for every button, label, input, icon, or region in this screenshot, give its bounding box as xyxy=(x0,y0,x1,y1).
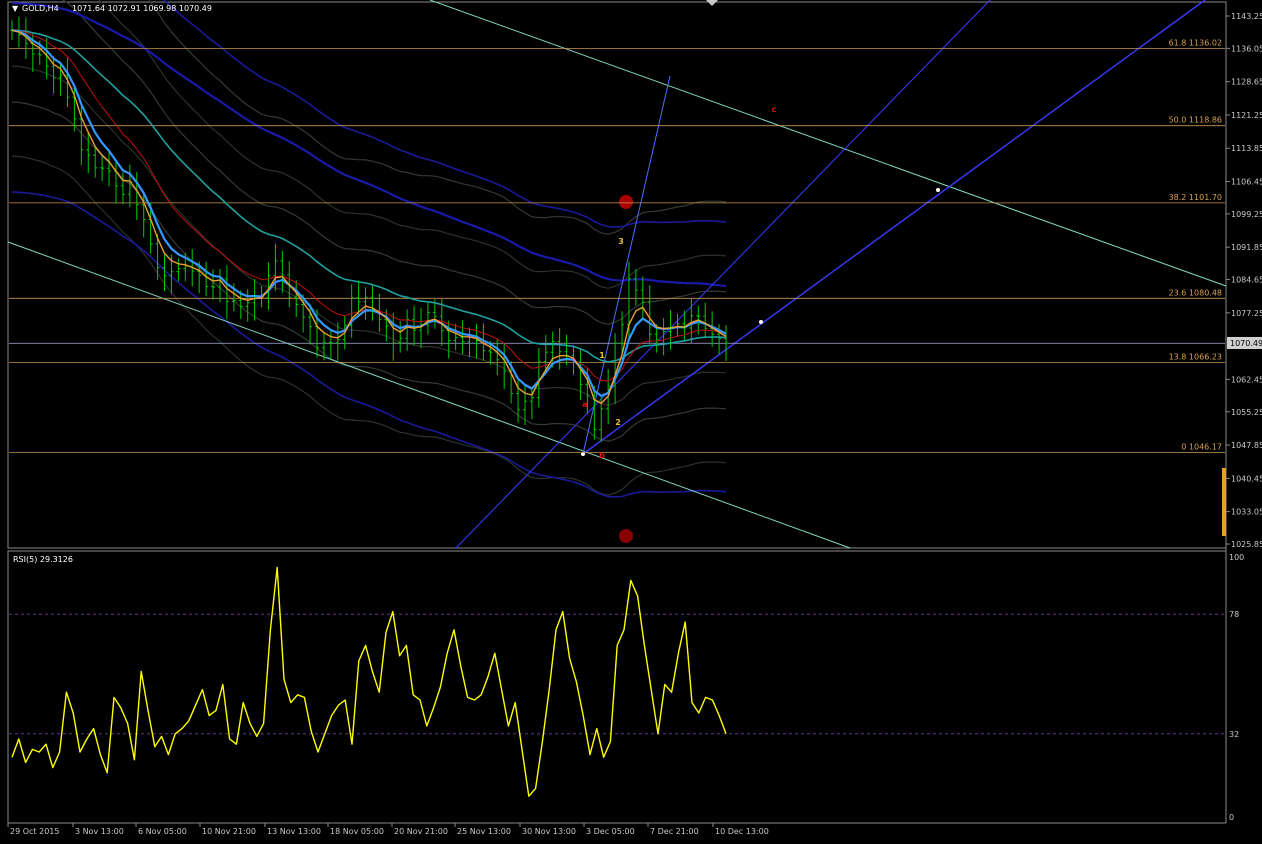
price-tick-label: 1062.45 xyxy=(1231,375,1262,384)
fib-level-label: 38.2 1101.70 xyxy=(1169,193,1222,202)
price-scale-handle[interactable] xyxy=(1222,468,1226,536)
rsi-tick-label: 100 xyxy=(1229,553,1244,562)
time-tick-label: 10 Dec 13:00 xyxy=(715,827,769,836)
price-tick-label: 1136.05 xyxy=(1231,44,1262,53)
current-price-label: 1070.49 xyxy=(1230,339,1262,348)
wave-label-3: 3 xyxy=(618,237,624,246)
price-tick-label: 1143.25 xyxy=(1231,12,1262,21)
price-tick-label: 1128.65 xyxy=(1231,78,1262,87)
time-tick-label: 25 Nov 13:00 xyxy=(457,827,511,836)
price-tick-label: 1055.25 xyxy=(1231,408,1262,417)
fib-level-label: 61.8 1136.02 xyxy=(1169,39,1222,48)
time-axis: 29 Oct 2015 3 Nov 13:00 6 Nov 05:00 10 Nov … xyxy=(7,823,769,836)
rsi-header: RSI(5) 29.3126 xyxy=(13,555,73,564)
wave-label-b: b xyxy=(599,451,605,460)
wave-label-2: 2 xyxy=(615,418,621,427)
marker-dot xyxy=(619,195,633,209)
rsi-tick-label: 32 xyxy=(1229,730,1239,739)
time-tick-label: 30 Nov 13:00 xyxy=(522,827,576,836)
wave-label-1: 1 xyxy=(599,351,605,360)
trading-chart[interactable]: 61.8 1136.02 50.0 1118.86 38.2 1101.70 23.6… xyxy=(0,0,1262,844)
chevron-down-icon[interactable]: ▼ xyxy=(12,4,19,13)
price-axis: 1143.25 1136.05 1128.65 1121.25 1113.85 1106.… xyxy=(1226,12,1262,549)
price-tick-label: 1025.85 xyxy=(1231,540,1262,549)
price-tick-label: 1121.25 xyxy=(1231,111,1262,120)
price-tick-label: 1084.65 xyxy=(1231,276,1262,285)
price-panel[interactable] xyxy=(7,1,1227,549)
price-tick-label: 1033.05 xyxy=(1231,508,1262,517)
marker-dot xyxy=(619,529,633,543)
rsi-tick-label: 78 xyxy=(1229,610,1239,619)
price-tick-label: 1047.85 xyxy=(1231,441,1262,450)
anchor-point xyxy=(936,188,940,192)
price-tick-label: 1099.25 xyxy=(1231,210,1262,219)
rsi-tick-label: 0 xyxy=(1229,813,1234,822)
chart-symbol: GOLD,H4 xyxy=(22,4,59,13)
fib-level-label: 0 1046.17 xyxy=(1181,443,1222,452)
rsi-panel[interactable] xyxy=(7,550,1227,824)
fib-level-label: 13.8 1066.23 xyxy=(1169,352,1222,361)
anchor-point xyxy=(759,320,763,324)
time-tick-label: 6 Nov 05:00 xyxy=(138,827,187,836)
price-tick-label: 1077.25 xyxy=(1231,309,1262,318)
chart-ohlc: 1071.64 1072.91 1069.98 1070.49 xyxy=(72,4,212,13)
time-tick-label: 29 Oct 2015 xyxy=(10,827,59,836)
time-tick-label: 18 Nov 05:00 xyxy=(330,827,384,836)
time-tick-label: 13 Nov 13:00 xyxy=(267,827,321,836)
fib-level-label: 50.0 1118.86 xyxy=(1169,116,1222,125)
price-tick-label: 1106.45 xyxy=(1231,178,1262,187)
fib-level-label: 23.6 1080.48 xyxy=(1169,288,1222,297)
time-tick-label: 20 Nov 21:00 xyxy=(394,827,448,836)
wave-label-a: a xyxy=(582,400,587,409)
price-tick-label: 1091.85 xyxy=(1231,243,1262,252)
time-tick-label: 7 Dec 21:00 xyxy=(650,827,699,836)
price-tick-label: 1113.85 xyxy=(1231,144,1262,153)
time-tick-label: 3 Nov 13:00 xyxy=(75,827,124,836)
wave-label-c: c xyxy=(772,105,777,114)
time-tick-label: 3 Dec 05:00 xyxy=(586,827,635,836)
time-tick-label: 10 Nov 21:00 xyxy=(202,827,256,836)
price-tick-label: 1040.45 xyxy=(1231,474,1262,483)
